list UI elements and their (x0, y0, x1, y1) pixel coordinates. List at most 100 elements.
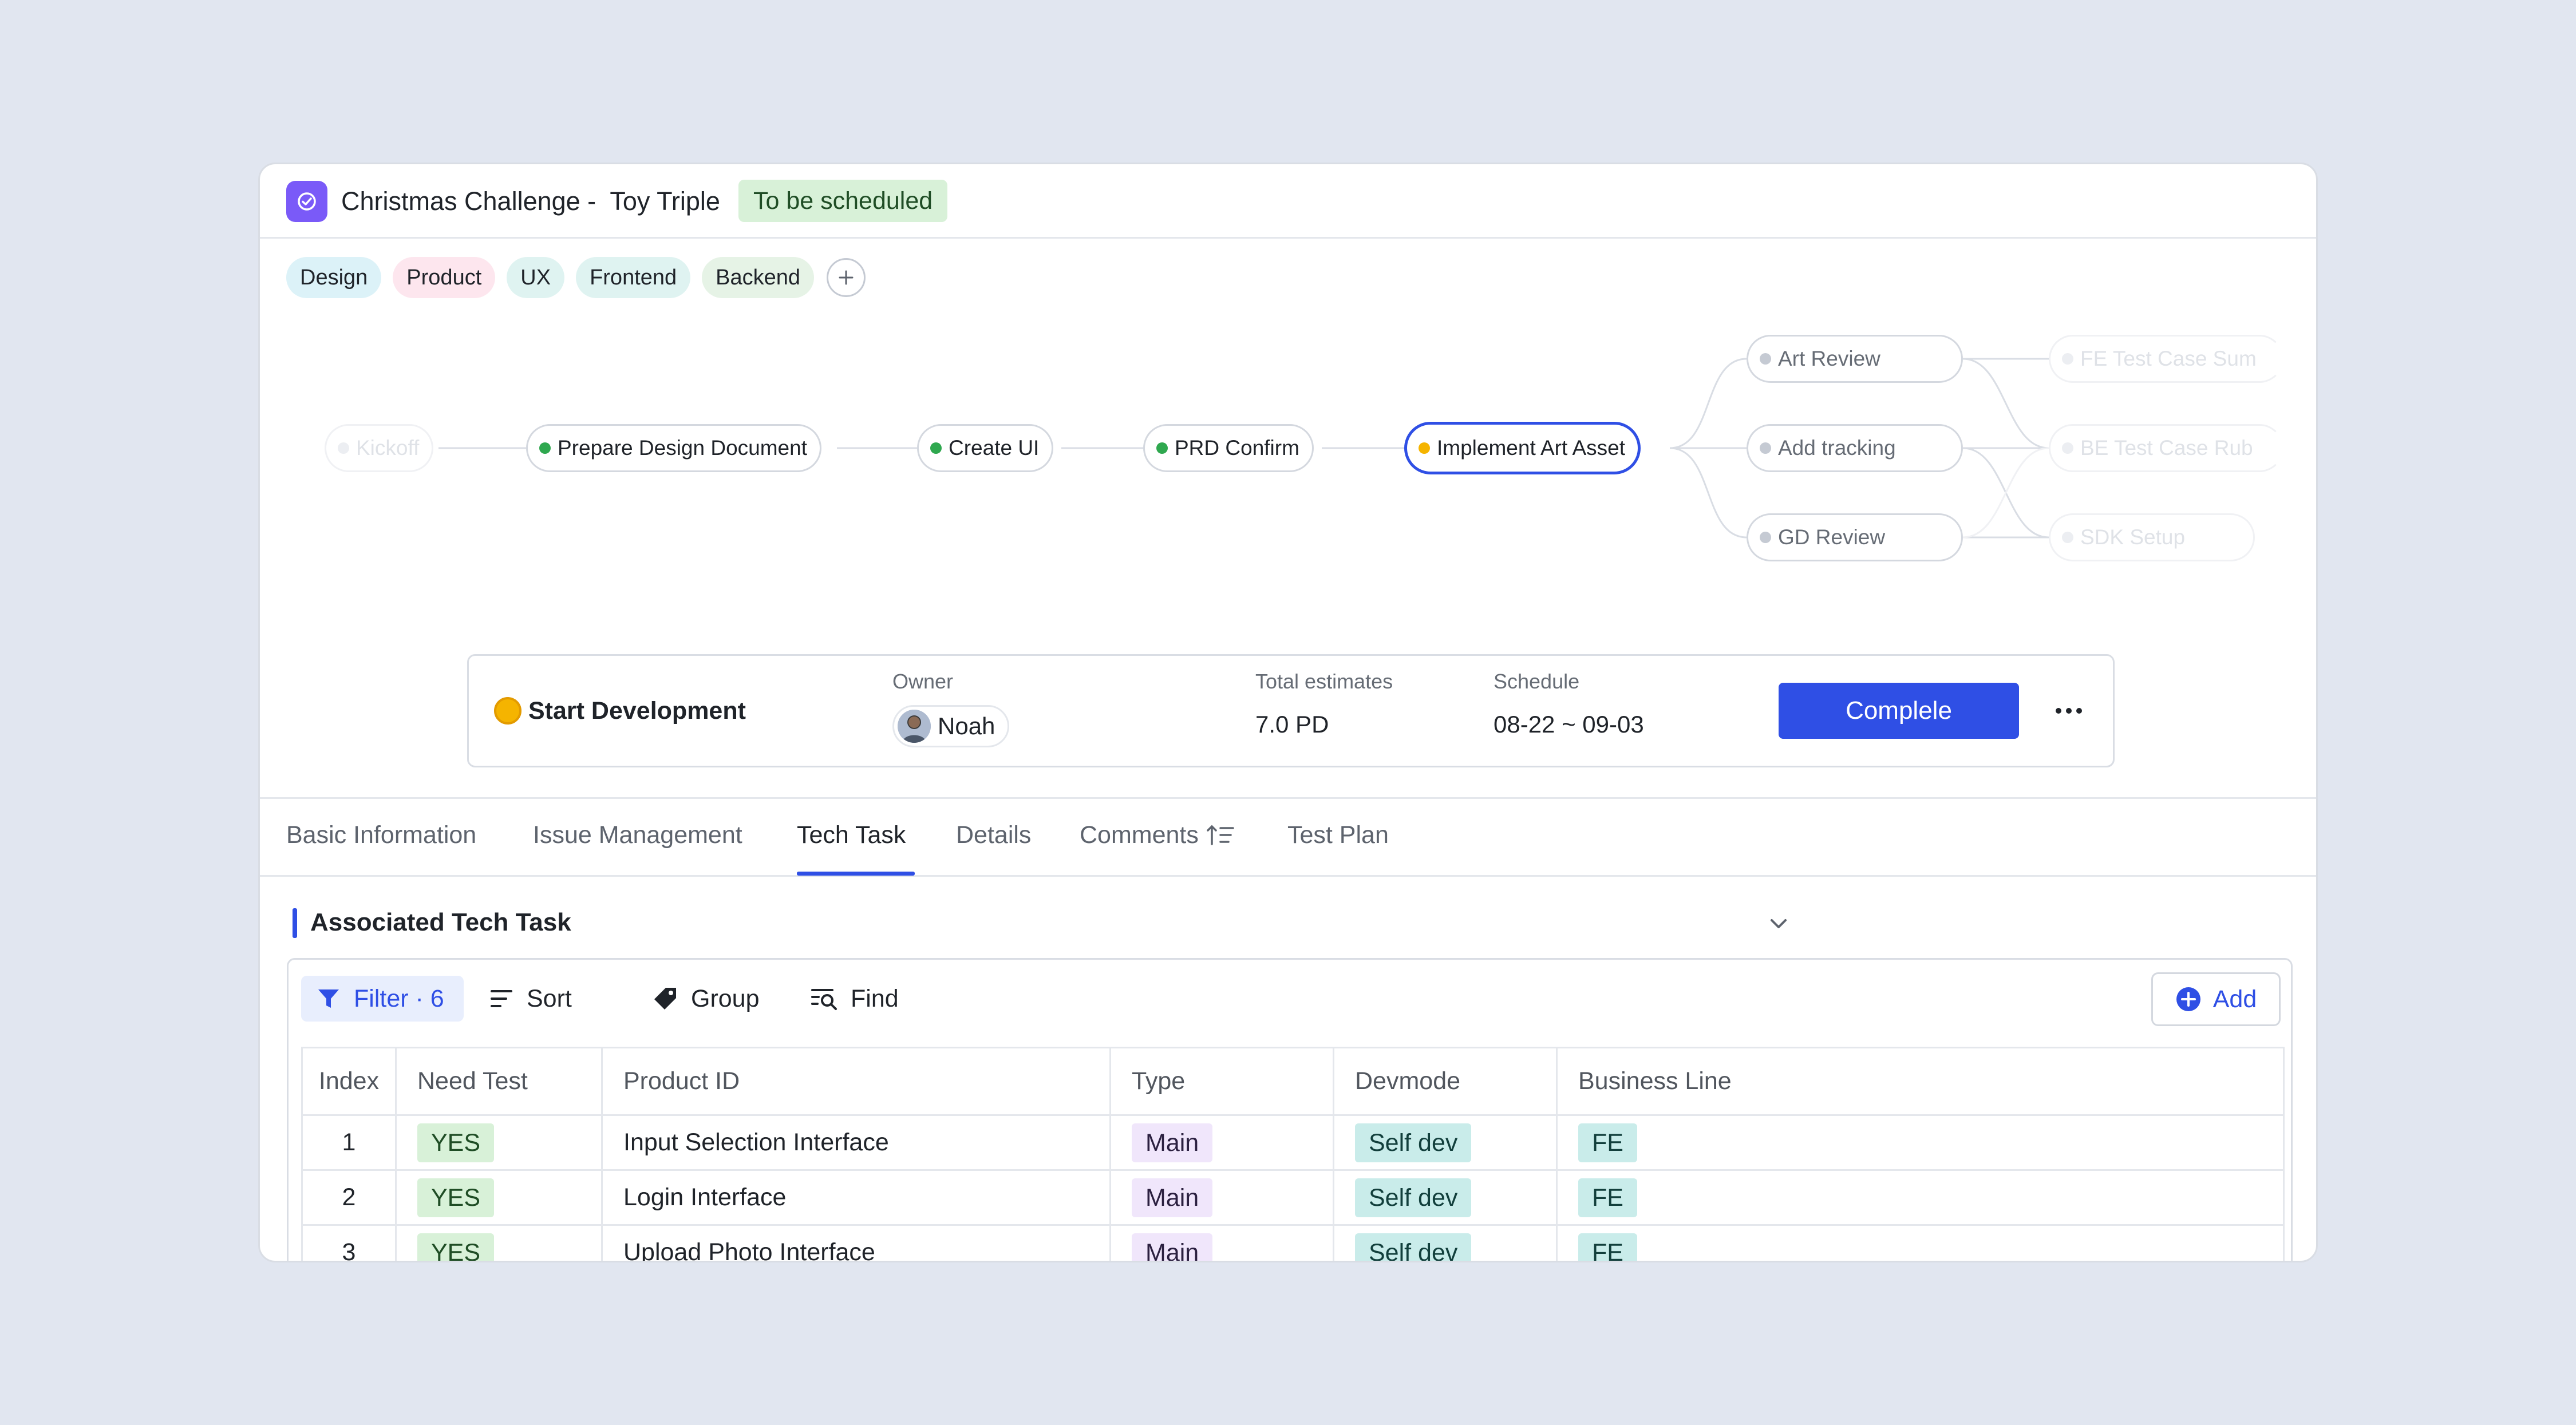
business-line-badge: FE (1578, 1233, 1637, 1261)
column-header-type[interactable]: Type (1109, 1047, 1334, 1116)
row-index: 2 (301, 1169, 397, 1226)
flow-node-add-tracking[interactable]: Add tracking (1747, 424, 1963, 472)
plus-circle-icon (2176, 987, 2200, 1011)
status-dot (1760, 442, 1771, 454)
sort-icon (491, 990, 512, 1007)
status-dot (539, 442, 551, 454)
owner-name: Noah (938, 712, 995, 739)
status-dot (2062, 353, 2073, 365)
type-cell[interactable]: Main (1109, 1169, 1334, 1226)
tab-bar: Basic Information Issue Management Tech … (260, 797, 2316, 877)
tab-test-plan[interactable]: Test Plan (1287, 817, 1389, 853)
type-badge: Main (1132, 1178, 1213, 1217)
task-summary-card: Start Development Owner Noah Total estim… (467, 654, 2115, 767)
status-dot (1760, 353, 1771, 365)
devmode-badge: Self dev (1355, 1178, 1472, 1217)
flow-node-implement-art-asset[interactable]: Implement Art Asset (1404, 422, 1641, 474)
need-test-badge: YES (417, 1123, 495, 1162)
flow-node-gd-review[interactable]: GD Review (1747, 513, 1963, 561)
column-header-business-line[interactable]: Business Line (1556, 1047, 2285, 1116)
status-dot (1419, 442, 1430, 454)
section-title: Associated Tech Task (310, 908, 571, 936)
devmode-cell[interactable]: Self dev (1333, 1169, 1558, 1226)
product-id-cell[interactable]: Input Selection Interface (601, 1114, 1111, 1171)
task-status-dot (494, 697, 521, 725)
avatar (898, 710, 931, 743)
status-dot (2062, 442, 2073, 454)
column-header-index[interactable]: Index (301, 1047, 397, 1116)
estimates-label: Total estimates (1255, 670, 1393, 693)
add-button[interactable]: Add (2151, 972, 2281, 1026)
chevron-down-icon[interactable] (1763, 908, 1794, 939)
row-index: 3 (301, 1224, 397, 1261)
owner-label: Owner (892, 670, 954, 693)
filter-icon (318, 989, 339, 1008)
find-button[interactable]: Find (811, 976, 899, 1022)
product-id-cell[interactable]: Upload Photo Interface (601, 1224, 1111, 1261)
schedule-value: 08-22 ~ 09-03 (1494, 711, 1644, 738)
sort-order-icon (1207, 825, 1234, 845)
type-cell[interactable]: Main (1109, 1114, 1334, 1171)
complete-button[interactable]: Complele (1779, 683, 2019, 739)
table-row[interactable]: 1 YES Input Selection Interface Main Sel… (301, 1114, 2285, 1171)
sort-button[interactable]: Sort (489, 976, 572, 1022)
column-header-need-test[interactable]: Need Test (395, 1047, 603, 1116)
flow-node-prepare-design-document[interactable]: Prepare Design Document (526, 424, 821, 472)
type-badge: Main (1132, 1123, 1213, 1162)
tab-basic-information[interactable]: Basic Information (286, 817, 476, 853)
business-line-badge: FE (1578, 1123, 1637, 1162)
table-row[interactable]: 2 YES Login Interface Main Self dev FE (301, 1169, 2285, 1226)
business-line-cell[interactable]: FE (1556, 1169, 2285, 1226)
tab-issue-management[interactable]: Issue Management (533, 817, 742, 853)
column-header-devmode[interactable]: Devmode (1333, 1047, 1558, 1116)
filter-button[interactable]: Filter · 6 (301, 976, 464, 1022)
status-dot (930, 442, 942, 454)
business-line-cell[interactable]: FE (1556, 1114, 2285, 1171)
row-index: 1 (301, 1114, 397, 1171)
flow-node-art-review[interactable]: Art Review (1747, 335, 1963, 383)
task-window: Christmas Challenge - Toy Triple To be s… (258, 163, 2318, 1262)
need-test-cell[interactable]: YES (395, 1224, 603, 1261)
flow-node-fe-test-case[interactable]: FE Test Case Sum (2049, 335, 2283, 383)
flow-node-sdk-setup[interactable]: SDK Setup (2049, 513, 2255, 561)
flow-node-create-ui[interactable]: Create UI (917, 424, 1054, 472)
flow-node-prd-confirm[interactable]: PRD Confirm (1143, 424, 1314, 472)
status-dot (1156, 442, 1168, 454)
status-dot (338, 442, 349, 454)
tab-details[interactable]: Details (956, 817, 1031, 853)
product-id-cell[interactable]: Login Interface (601, 1169, 1111, 1226)
tab-tech-task[interactable]: Tech Task (797, 817, 906, 853)
need-test-cell[interactable]: YES (395, 1169, 603, 1226)
business-line-cell[interactable]: FE (1556, 1224, 2285, 1261)
tab-comments[interactable]: Comments (1080, 817, 1235, 853)
devmode-badge: Self dev (1355, 1123, 1472, 1162)
devmode-cell[interactable]: Self dev (1333, 1114, 1558, 1171)
workflow-connectors (438, 358, 2049, 539)
devmode-cell[interactable]: Self dev (1333, 1224, 1558, 1261)
task-name: Start Development (528, 697, 746, 725)
type-badge: Main (1132, 1233, 1213, 1261)
business-line-badge: FE (1578, 1178, 1637, 1217)
owner-chip[interactable]: Noah (892, 705, 1010, 747)
need-test-badge: YES (417, 1178, 495, 1217)
tag-icon (654, 988, 676, 1010)
estimates-value: 7.0 PD (1255, 711, 1329, 738)
schedule-label: Schedule (1494, 670, 1580, 693)
more-options-icon[interactable] (2052, 694, 2086, 728)
group-button[interactable]: Group (652, 976, 760, 1022)
table-header-row: Index Need Test Product ID Type Devmode … (301, 1047, 2285, 1116)
status-dot (1760, 532, 1771, 543)
tech-task-table-panel: Filter · 6 Sort Group Find Add Index Nee… (287, 958, 2293, 1261)
devmode-badge: Self dev (1355, 1233, 1472, 1261)
column-header-product-id[interactable]: Product ID (601, 1047, 1111, 1116)
need-test-cell[interactable]: YES (395, 1114, 603, 1171)
type-cell[interactable]: Main (1109, 1224, 1334, 1261)
status-dot (2062, 532, 2073, 543)
find-icon (811, 989, 837, 1010)
flow-node-kickoff[interactable]: Kickoff (325, 424, 434, 472)
section-accent-bar (293, 908, 297, 938)
table-row[interactable]: 3 YES Upload Photo Interface Main Self d… (301, 1224, 2285, 1261)
tech-task-table: Index Need Test Product ID Type Devmode … (301, 1047, 2285, 1261)
active-tab-indicator (797, 872, 915, 876)
flow-node-be-test-case[interactable]: BE Test Case Rub (2049, 424, 2283, 472)
